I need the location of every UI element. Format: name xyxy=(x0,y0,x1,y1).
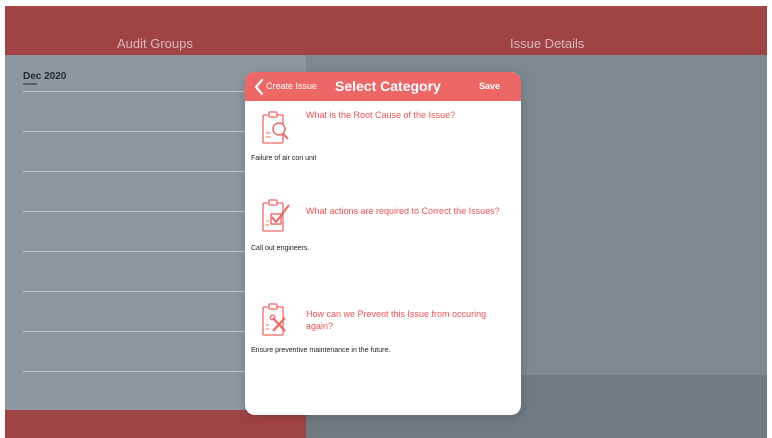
question-text: How can we Prevent this Issue from occur… xyxy=(306,309,487,331)
issue-details-title: Issue Details xyxy=(510,36,585,51)
top-header: Audit Groups Issue Details xyxy=(5,6,767,55)
save-button[interactable]: Save xyxy=(479,81,500,91)
question-text: What is the Root Cause of the Issue? xyxy=(306,110,456,120)
answer-text: Failure of air con unit xyxy=(251,155,317,162)
audit-groups-title: Audit Groups xyxy=(117,36,193,51)
clipboard-check-icon xyxy=(262,199,290,232)
select-category-modal: Create Issue Select Category Save What i… xyxy=(245,72,521,415)
question-text: What actions are required to Correct the… xyxy=(306,206,500,216)
modal-title: Select Category xyxy=(335,78,441,94)
modal-header: Create Issue Select Category Save xyxy=(245,72,521,101)
answer-text: Call out engineers. xyxy=(251,245,310,252)
audit-group-subtitle xyxy=(23,83,37,85)
clipboard-tools-icon xyxy=(262,303,286,336)
chevron-left-icon xyxy=(254,79,264,95)
clipboard-magnifier-icon xyxy=(262,111,289,144)
back-button-label: Create Issue xyxy=(266,81,318,91)
audit-group-title: Dec 2020 xyxy=(23,71,67,82)
answer-text: Ensure preventive maintenance in the fut… xyxy=(251,347,391,354)
